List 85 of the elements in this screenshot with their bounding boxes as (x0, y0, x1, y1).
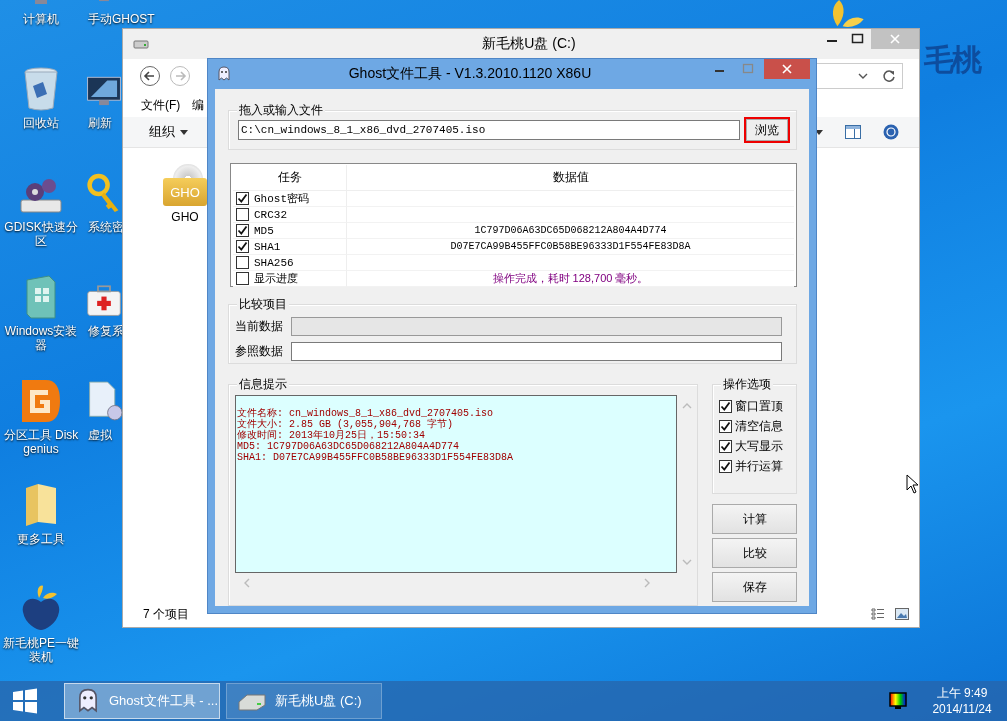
icon-label[interactable]: Windows安装器 (1, 324, 81, 352)
checkbox[interactable] (236, 224, 249, 237)
icon-label[interactable]: 计算机 (1, 12, 81, 26)
partition-logo-icon[interactable] (20, 378, 62, 424)
close-button[interactable] (764, 59, 810, 79)
organize-menu[interactable]: 组织 (149, 123, 188, 141)
caret-icon[interactable] (180, 129, 188, 135)
menu-item[interactable]: 文件(F) (141, 96, 181, 114)
wallpaper-logo: 毛桃 (924, 42, 980, 78)
task-name: 显示进度 (254, 272, 298, 286)
icon-label[interactable]: 手动GHOST (88, 12, 155, 26)
column-header: 数据值 (347, 165, 794, 191)
info-line: 文件大小: 2.85 GB (3,055,904,768 字节) (237, 419, 454, 430)
info-text-area[interactable]: 文件名称: cn_windows_8_1_x86_dvd_2707405.iso 文件大小: 2.85 GB (3,055,904,768 字节) 修改时间: 2013年10月25日，15:50:34 MD5: 1C797D06A63DC65D068212A804A4D774 SHA1: D07E7CA99B455FFC0B58BE96333D1F554FE83D8A (235, 395, 677, 573)
browse-button[interactable]: 浏览 (744, 117, 790, 143)
icon-label[interactable]: 刷新 (88, 116, 112, 130)
icon-label[interactable]: GDISK快速分区 (1, 220, 81, 248)
taskbar-button[interactable]: Ghost文件工具 - ... (64, 683, 220, 719)
checkbox[interactable] (236, 256, 249, 269)
action-button[interactable]: 比较 (712, 538, 797, 568)
window-title: Ghost文件工具 - V1.3.2010.1120 X86U (347, 65, 593, 83)
option-label: 清空信息 (735, 418, 783, 435)
ghost-icon (216, 66, 232, 82)
icon-label[interactable]: 虚拟 (88, 428, 112, 442)
info-line: 文件名称: cn_windows_8_1_x86_dvd_2707405.iso (237, 408, 495, 419)
option-label: 并行运算 (735, 458, 783, 475)
checkbox[interactable] (719, 460, 732, 473)
task-name: CRC32 (254, 208, 287, 221)
group-label: 比较项目 (237, 297, 289, 312)
group-label: 操作选项 (721, 377, 773, 392)
drive-icon (133, 39, 149, 49)
item-count: 7 个项目 (143, 605, 189, 623)
dropdown-icon[interactable] (858, 72, 868, 80)
preview-pane-icon[interactable] (845, 125, 861, 139)
group-label: 拖入或输入文件 (237, 103, 325, 118)
close-icon[interactable] (782, 64, 792, 74)
task-name: SHA1 (254, 240, 281, 253)
option-label: 窗口置顶 (735, 398, 783, 415)
status-text: 操作完成，耗时 128,700 毫秒。 (492, 271, 649, 286)
icon-label[interactable]: 回收站 (1, 116, 81, 130)
icon-label[interactable]: 新毛桃PE一键装机 (1, 636, 81, 664)
column-header: 任务 (233, 165, 347, 191)
trash-bin-icon[interactable] (23, 66, 59, 112)
task-name: Ghost密码 (254, 192, 309, 206)
file-name[interactable]: GHO (171, 210, 199, 224)
action-button[interactable]: 保存 (712, 572, 797, 602)
window-title: 新毛桃U盘 (C:) (482, 35, 576, 53)
info-line: SHA1: D07E7CA99B455FFC0B58BE96333D1F554FE83D8A (237, 452, 515, 463)
hash-value: 1C797D06A63DC65D068212A804A4D774 (474, 225, 667, 236)
file-path-field[interactable]: C:\cn_windows_8_1_x86_dvd_2707405.iso (238, 120, 740, 140)
details-view-icon[interactable] (871, 608, 885, 620)
hash-value: D07E7CA99B455FFC0B58BE96333D1F554FE83D8A (450, 241, 691, 252)
field-label: 参照数据 (235, 343, 284, 360)
icon-label[interactable]: 更多工具 (1, 532, 81, 546)
display-icon[interactable] (889, 692, 907, 710)
info-line: MD5: 1C797D06A63DC65D068212A804A4D774 (237, 441, 461, 452)
back-icon[interactable] (139, 65, 161, 87)
group-label: 信息提示 (237, 377, 289, 392)
clock-time[interactable]: 上午 9:49 (936, 685, 988, 701)
checkbox[interactable] (719, 440, 732, 453)
box-icon[interactable] (23, 274, 59, 320)
task-name: MD5 (254, 224, 274, 237)
file-badge: GHO (163, 178, 207, 206)
checkbox[interactable] (719, 400, 732, 413)
data-field[interactable] (291, 342, 782, 361)
field-label: 当前数据 (235, 318, 284, 335)
help-icon[interactable] (883, 124, 899, 140)
task-name: SHA256 (254, 256, 294, 269)
action-button[interactable]: 计算 (712, 504, 797, 534)
checkbox[interactable] (236, 272, 249, 285)
gear-drive-icon[interactable] (19, 176, 63, 216)
taskbar-button[interactable]: 新毛桃U盘 (C:) (226, 683, 382, 719)
clock-date[interactable]: 2014/11/24 (932, 701, 992, 717)
option-label: 大写显示 (735, 438, 783, 455)
checkbox[interactable] (236, 192, 249, 205)
info-line: 修改时间: 2013年10月25日，15:50:34 (237, 430, 427, 441)
windows-logo-icon[interactable] (12, 688, 38, 714)
checkbox[interactable] (236, 240, 249, 253)
thumbnail-view-icon[interactable] (895, 608, 909, 620)
icon-label[interactable]: 分区工具 Diskgenius (1, 428, 81, 456)
peach-icon[interactable] (21, 584, 61, 632)
refresh-icon[interactable] (882, 69, 896, 83)
checkbox[interactable] (719, 420, 732, 433)
menu-item[interactable]: 编 (192, 96, 205, 114)
checkbox[interactable] (236, 208, 249, 221)
